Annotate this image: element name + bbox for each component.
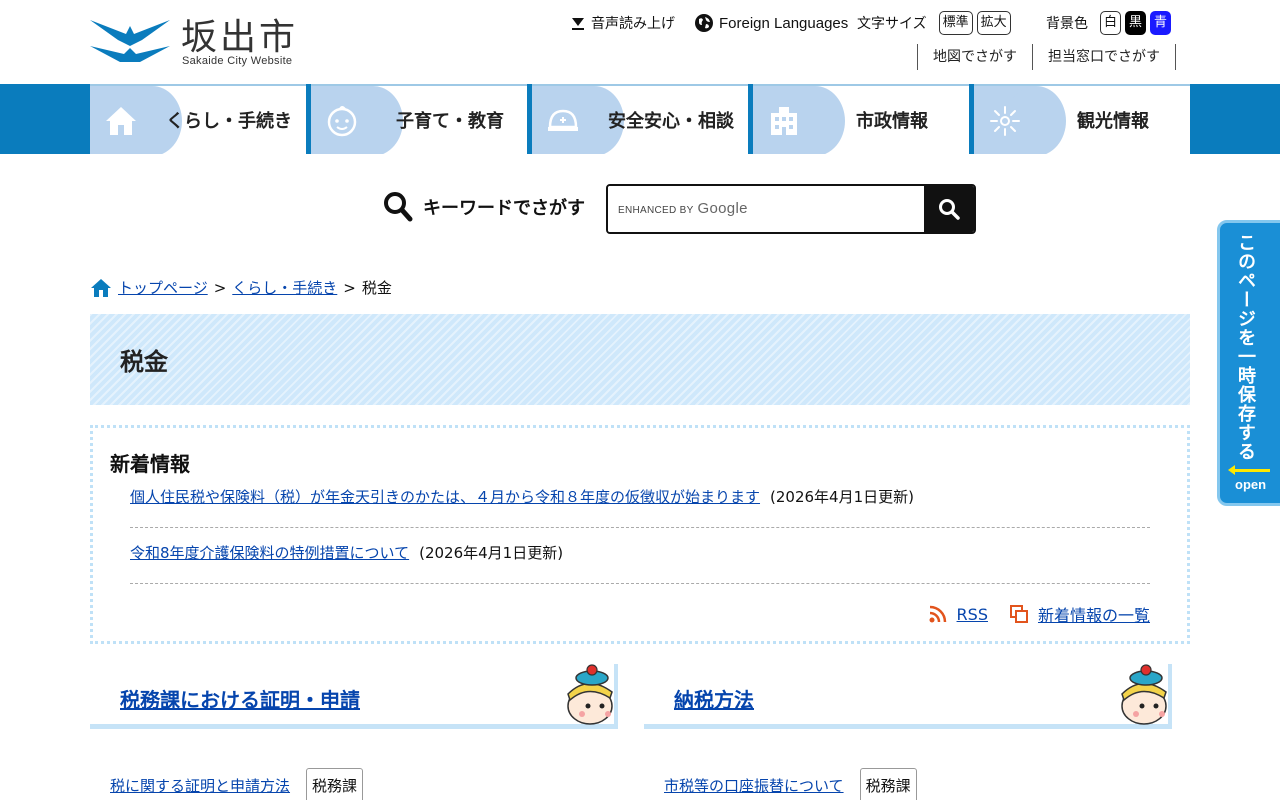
helmet-icon bbox=[548, 109, 578, 131]
search-submit-button[interactable] bbox=[924, 186, 974, 232]
rss-link[interactable]: RSS bbox=[929, 602, 988, 626]
category-title-link[interactable]: 税務課における証明・申請 bbox=[120, 688, 360, 712]
page-title: 税金 bbox=[90, 314, 1190, 405]
news-footer-links: RSS 新着情報の一覧 bbox=[929, 602, 1150, 626]
search-icon bbox=[939, 199, 960, 220]
category-payment-item: 市税等の口座振替について 税務課 bbox=[664, 768, 917, 800]
save-page-label: このページを一時保存する bbox=[1235, 233, 1256, 461]
category-item-link[interactable]: 市税等の口座振替について bbox=[664, 775, 844, 796]
news-item-link[interactable]: 個人住民税や保険料（税）が年金天引きのかたは、４月から令和８年度の仮徴収が始まり… bbox=[130, 488, 760, 506]
news-item: 個人住民税や保険料（税）が年金天引きのかたは、４月から令和８年度の仮徴収が始まり… bbox=[130, 486, 1150, 528]
voice-reader-link[interactable]: 音声読み上げ bbox=[570, 10, 675, 36]
header-sublinks: 地図でさがす 担当窓口でさがす bbox=[917, 44, 1176, 70]
speaker-download-icon bbox=[572, 18, 584, 30]
global-navigation: くらし・手続き 子育て・教育 安全安心・相談 市政情報 観光情報 bbox=[0, 84, 1280, 154]
breadcrumb-home-link[interactable]: トップページ bbox=[118, 277, 208, 298]
gnav-label: 子育て・教育 bbox=[396, 111, 504, 132]
news-list-label[interactable]: 新着情報の一覧 bbox=[1038, 602, 1150, 626]
foreign-languages-label: Foreign Languages bbox=[719, 14, 849, 32]
baby-icon bbox=[327, 106, 357, 137]
gnav-label: 市政情報 bbox=[856, 111, 928, 132]
enhanced-by-label: ENHANCED BY bbox=[618, 205, 694, 216]
news-item: 令和8年度介護保険料の特例措置について (2026年4月1日更新) bbox=[130, 542, 1150, 584]
breadcrumb-separator: > bbox=[343, 278, 356, 297]
voice-reader-label: 音声読み上げ bbox=[591, 16, 675, 32]
category-certificates: 税務課における証明・申請 bbox=[90, 664, 618, 729]
google-branding: ENHANCED BY Google bbox=[618, 200, 748, 217]
font-size-standard-button[interactable]: 標準 bbox=[938, 11, 973, 35]
building-icon bbox=[771, 107, 797, 135]
rss-label[interactable]: RSS bbox=[957, 605, 988, 624]
map-search-link[interactable]: 地図でさがす bbox=[917, 44, 1032, 70]
site-search-form: ENHANCED BY Google bbox=[606, 184, 976, 234]
department-tag[interactable]: 税務課 bbox=[859, 768, 917, 800]
font-size-control: 文字サイズ 標準 拡大 bbox=[857, 10, 1011, 36]
department-search-link[interactable]: 担当窓口でさがす bbox=[1032, 44, 1176, 70]
firework-icon bbox=[990, 106, 1020, 136]
font-size-large-button[interactable]: 拡大 bbox=[976, 11, 1011, 35]
save-open-label: open bbox=[1235, 477, 1267, 492]
list-windows-icon bbox=[1009, 605, 1028, 623]
logo-subtitle: Sakaide City Website bbox=[182, 55, 293, 67]
mascot-icon bbox=[567, 664, 618, 726]
home-icon bbox=[91, 278, 111, 297]
breadcrumb-current: 税金 bbox=[361, 279, 392, 297]
logo-mark-icon bbox=[90, 20, 170, 62]
site-header: 坂出市 Sakaide City Website 音声読み上げ Foreign … bbox=[0, 0, 1280, 84]
gnav-label: 安全安心・相談 bbox=[608, 111, 734, 132]
news-section: 新着情報 個人住民税や保険料（税）が年金天引きのかたは、４月から令和８年度の仮徴… bbox=[90, 425, 1190, 644]
gnav-item-safety[interactable]: 安全安心・相談 bbox=[532, 84, 748, 154]
rss-icon bbox=[929, 605, 946, 623]
gnav-item-city-info[interactable]: 市政情報 bbox=[753, 84, 969, 154]
logo-name: 坂出市 bbox=[181, 17, 299, 58]
gnav-item-childcare[interactable]: 子育て・教育 bbox=[311, 84, 527, 154]
arrow-left-icon bbox=[1228, 465, 1270, 475]
google-label: Google bbox=[697, 200, 748, 217]
news-item-date: (2026年4月1日更新) bbox=[770, 488, 914, 506]
department-tag[interactable]: 税務課 bbox=[306, 768, 364, 800]
bg-black-button[interactable]: 黒 bbox=[1125, 11, 1147, 35]
foreign-languages-link[interactable]: Foreign Languages bbox=[694, 10, 848, 36]
category-certificates-item: 税に関する証明と申請方法 税務課 bbox=[110, 768, 364, 800]
news-heading: 新着情報 bbox=[110, 452, 190, 476]
gnav-label: くらし・手続き bbox=[166, 111, 292, 132]
bg-white-button[interactable]: 白 bbox=[1100, 11, 1122, 35]
category-payment: 納税方法 bbox=[644, 664, 1172, 729]
keyword-search-label: キーワードでさがす bbox=[423, 198, 585, 219]
house-icon bbox=[106, 107, 136, 135]
keyword-search-heading: キーワードでさがす bbox=[383, 191, 585, 223]
news-item-date: (2026年4月1日更新) bbox=[419, 544, 564, 562]
bg-blue-button[interactable]: 青 bbox=[1150, 11, 1172, 35]
save-page-tab[interactable]: このページを一時保存する open bbox=[1217, 220, 1280, 506]
globe-icon bbox=[695, 14, 713, 32]
news-item-link[interactable]: 令和8年度介護保険料の特例措置について bbox=[130, 544, 409, 562]
news-list-link[interactable]: 新着情報の一覧 bbox=[1009, 602, 1150, 626]
gnav-item-living[interactable]: くらし・手続き bbox=[90, 84, 306, 154]
category-item-link[interactable]: 税に関する証明と申請方法 bbox=[110, 775, 290, 796]
breadcrumb-separator: > bbox=[213, 278, 227, 297]
category-title-link[interactable]: 納税方法 bbox=[674, 688, 754, 712]
background-color-label: 背景色 bbox=[1046, 16, 1088, 32]
breadcrumb: トップページ > くらし・手続き > 税金 bbox=[90, 277, 392, 298]
background-color-control: 背景色 白 黒 青 bbox=[1046, 10, 1172, 36]
font-size-label: 文字サイズ bbox=[857, 16, 927, 32]
breadcrumb-living-link[interactable]: くらし・手続き bbox=[232, 277, 337, 298]
site-logo[interactable]: 坂出市 Sakaide City Website bbox=[90, 10, 305, 70]
gnav-item-tourism[interactable]: 観光情報 bbox=[974, 84, 1190, 154]
mascot-icon bbox=[1121, 664, 1172, 726]
magnifier-icon bbox=[384, 192, 413, 222]
gnav-label: 観光情報 bbox=[1077, 111, 1149, 132]
